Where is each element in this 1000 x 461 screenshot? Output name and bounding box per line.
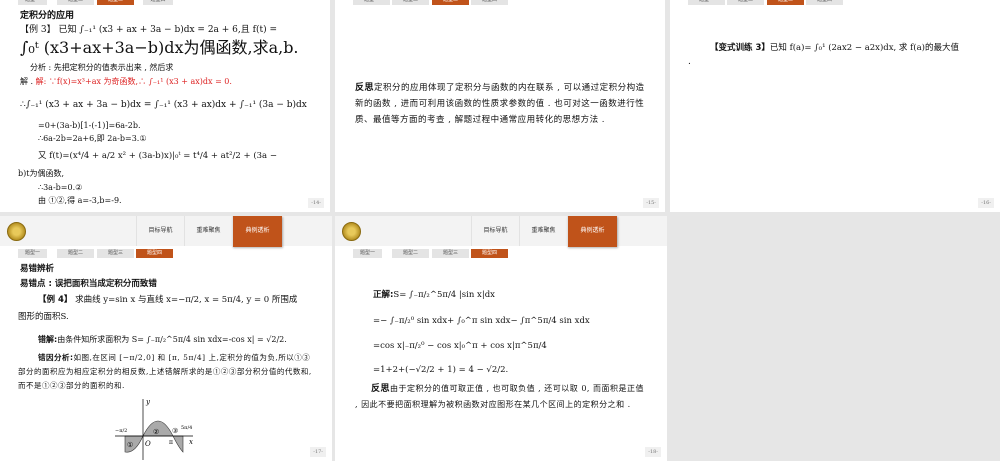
nav-examples[interactable]: 典例透析 xyxy=(567,216,617,247)
slide-18[interactable]: 目标导航 重难聚焦 典例透析 题型一 题型二 题型三 题型四 正解:S= ∫₋π… xyxy=(335,216,667,461)
reason-label: 错因分析: xyxy=(38,353,74,362)
line: b)t为偶函数, xyxy=(18,169,64,178)
correct-line-3: =cos x|₋π/₂⁰ − cos x|₀^π + cos x|π^5π/4 xyxy=(373,341,547,351)
line: ∫₀ᵗ (x3+ax+3a−b)dx为偶函数,求a,b. xyxy=(20,38,299,57)
tab-3[interactable]: 题型三 xyxy=(767,0,804,5)
nav-focus[interactable]: 重难聚焦 xyxy=(519,216,567,246)
sine-graph: y x O π −π/2 5π/4 ① ② ③ xyxy=(115,398,193,460)
tab-2[interactable]: 题型二 xyxy=(57,0,94,5)
solution-line: 解: ∵f(x)=x³+ax 为奇函数,∴ ∫₋₁¹ (x3 + ax)dx =… xyxy=(35,77,232,86)
slide-17[interactable]: 目标导航 重难聚焦 典例透析 题型一 题型二 题型三 题型四 易错辨析 易错点 … xyxy=(0,216,332,461)
correct-line-4: =1+2+(−√2/2 + 1) = 4 − √2/2. xyxy=(373,365,509,375)
tab-4[interactable]: 题型四 xyxy=(143,0,173,5)
page-number: -18- xyxy=(645,447,661,457)
exercise-text: 已知 f(a)= ∫₀¹ (2ax2 − a2x)dx, 求 f(a)的最大值 xyxy=(769,43,959,53)
line: ∴∫₋₁¹ (x3 + ax + 3a − b)dx = ∫₋₁¹ (x3 + … xyxy=(20,100,307,110)
error-point: 易错点 : 误把面积当成定积分而致错 xyxy=(20,279,157,289)
wrong-label: 错解: xyxy=(38,335,58,344)
tab-1[interactable]: 题型一 xyxy=(688,0,725,5)
correct-line-2: =− ∫₋π/₂⁰ sin xdx+ ∫₀^π sin xdx− ∫π^5π/4… xyxy=(373,316,590,326)
page-number: -17- xyxy=(310,447,326,457)
slide-16[interactable]: 题型一 题型二 题型三 题型四 【变式训练 3】已知 f(a)= ∫₀¹ (2a… xyxy=(670,0,1000,212)
wrong-text: 由条件知所求面积为 S= ∫₋π/₂^5π/4 sin xdx=-cos x| … xyxy=(57,335,287,344)
slide-header: 目标导航 重难聚焦 典例透析 xyxy=(335,216,667,247)
origin-label: O xyxy=(145,440,151,448)
school-logo-icon xyxy=(7,222,26,241)
nav-focus[interactable]: 重难聚焦 xyxy=(184,216,232,246)
tab-2[interactable]: 题型二 xyxy=(57,249,94,258)
reflection-label: 反思 xyxy=(371,384,391,394)
exercise-tail: . xyxy=(688,57,691,67)
x-label: x xyxy=(189,438,193,446)
correct-text: S= ∫₋π/₂^5π/4 |sin x|dx xyxy=(393,290,495,300)
tab-1[interactable]: 题型一 xyxy=(353,249,382,258)
nav-target[interactable]: 目标导航 xyxy=(471,216,519,246)
line: ∴3a-b=0.② xyxy=(38,183,83,192)
tab-2[interactable]: 题型二 xyxy=(392,249,429,258)
wrong-solution: 错解:由条件知所求面积为 S= ∫₋π/₂^5π/4 sin xdx=-cos … xyxy=(38,334,287,346)
tab-1[interactable]: 题型一 xyxy=(353,0,390,5)
slide-heading: 定积分的应用 xyxy=(20,11,75,21)
line: 【例 3】 已知 ∫₋₁¹ (x3 + ax + 3a − b)dx = 2a … xyxy=(20,25,278,35)
page-number: -15- xyxy=(643,198,659,208)
school-logo-icon xyxy=(342,222,361,241)
slide-15[interactable]: 题型一 题型二 题型三 题型四 反思定积分的应用体现了定积分与函数的内在联系 ,… xyxy=(335,0,665,212)
slide-header: 目标导航 重难聚焦 典例透析 xyxy=(0,216,332,247)
page-number: -16- xyxy=(978,198,994,208)
exercise: 【变式训练 3】已知 f(a)= ∫₀¹ (2ax2 − a2x)dx, 求 f… xyxy=(710,42,959,54)
left-bound-label: −π/2 xyxy=(115,428,127,434)
line: 又 f(t)=(x⁴/4 + a/2 x² + (3a-b)x)|₀ᵗ = t⁴… xyxy=(38,151,277,161)
reflection-body: 定积分的应用体现了定积分与函数的内在联系 , 可以通过定积分构造新的函数 , 进… xyxy=(355,83,645,125)
y-label: y xyxy=(145,398,151,406)
region-2-label: ② xyxy=(153,428,159,436)
tab-4[interactable]: 题型四 xyxy=(471,0,508,5)
line: 由 ①②,得 a=-3,b=-9. xyxy=(38,196,122,205)
tab-4[interactable]: 题型四 xyxy=(136,249,173,258)
error-analysis: 错因分析:如图,在区间 [−π/2,0] 和 [π, 5π/4] 上,定积分的值… xyxy=(18,351,313,393)
region-3-label: ③ xyxy=(172,427,178,435)
tab-4[interactable]: 题型四 xyxy=(471,249,508,258)
tab-3[interactable]: 题型三 xyxy=(432,0,469,5)
tab-3[interactable]: 题型三 xyxy=(97,249,134,258)
page-number: -14- xyxy=(308,198,324,208)
example-label: 【例 4】 xyxy=(38,295,73,305)
tab-2[interactable]: 题型二 xyxy=(727,0,764,5)
example-4: 【例 4】 求曲线 y=sin x 与直线 x=−π/2, x = 5π/4, … xyxy=(38,294,297,306)
tab-3[interactable]: 题型三 xyxy=(432,249,469,258)
example-4-cont: 图形的面积S. xyxy=(18,312,69,322)
correct-line-1: 正解:S= ∫₋π/₂^5π/4 |sin x|dx xyxy=(373,289,495,301)
tab-3[interactable]: 题型三 xyxy=(97,0,134,5)
right-bound-label: 5π/4 xyxy=(181,425,192,431)
pi-label: π xyxy=(169,439,173,446)
region-1-label: ① xyxy=(127,441,133,449)
reflection-label: 反思 xyxy=(355,83,375,93)
example-text: 求曲线 y=sin x 与直线 x=−π/2, x = 5π/4, y = 0 … xyxy=(72,295,298,305)
reflection-text: 反思定积分的应用体现了定积分与函数的内在联系 , 可以通过定积分构造新的函数 ,… xyxy=(355,80,647,128)
line: =0+(3a-b)[1-(-1)]=6a-2b. xyxy=(38,121,141,130)
tab-2[interactable]: 题型二 xyxy=(392,0,429,5)
jie: 解 . xyxy=(20,77,36,86)
tab-4[interactable]: 题型四 xyxy=(806,0,843,5)
line: 解 . 解: ∵f(x)=x³+ax 为奇函数,∴ ∫₋₁¹ (x3 + ax)… xyxy=(20,76,232,88)
region-3 xyxy=(172,435,184,453)
line: ∴6a-2b=2a+6,即 2a-b=3.① xyxy=(38,134,147,143)
correct-label: 正解: xyxy=(373,290,394,300)
tab-1[interactable]: 题型一 xyxy=(18,0,47,5)
reflection: 反思由于定积分的值可取正值 , 也可取负值 , 还可以取 0, 而面积是正值 ,… xyxy=(355,381,650,413)
nav-target[interactable]: 目标导航 xyxy=(136,216,184,246)
nav-examples[interactable]: 典例透析 xyxy=(232,216,282,247)
slide-14[interactable]: 题型一 题型二 题型三 题型四 定积分的应用 【例 3】 已知 ∫₋₁¹ (x3… xyxy=(0,0,330,212)
section-heading: 易错辨析 xyxy=(20,264,55,274)
tab-1[interactable]: 题型一 xyxy=(18,249,47,258)
line: 分析 : 先把定积分的值表示出来 , 然后求 xyxy=(30,63,174,72)
reflection-text: 由于定积分的值可取正值 , 也可取负值 , 还可以取 0, 而面积是正值 , 因… xyxy=(355,384,644,409)
exercise-label: 【变式训练 3】 xyxy=(710,43,770,53)
